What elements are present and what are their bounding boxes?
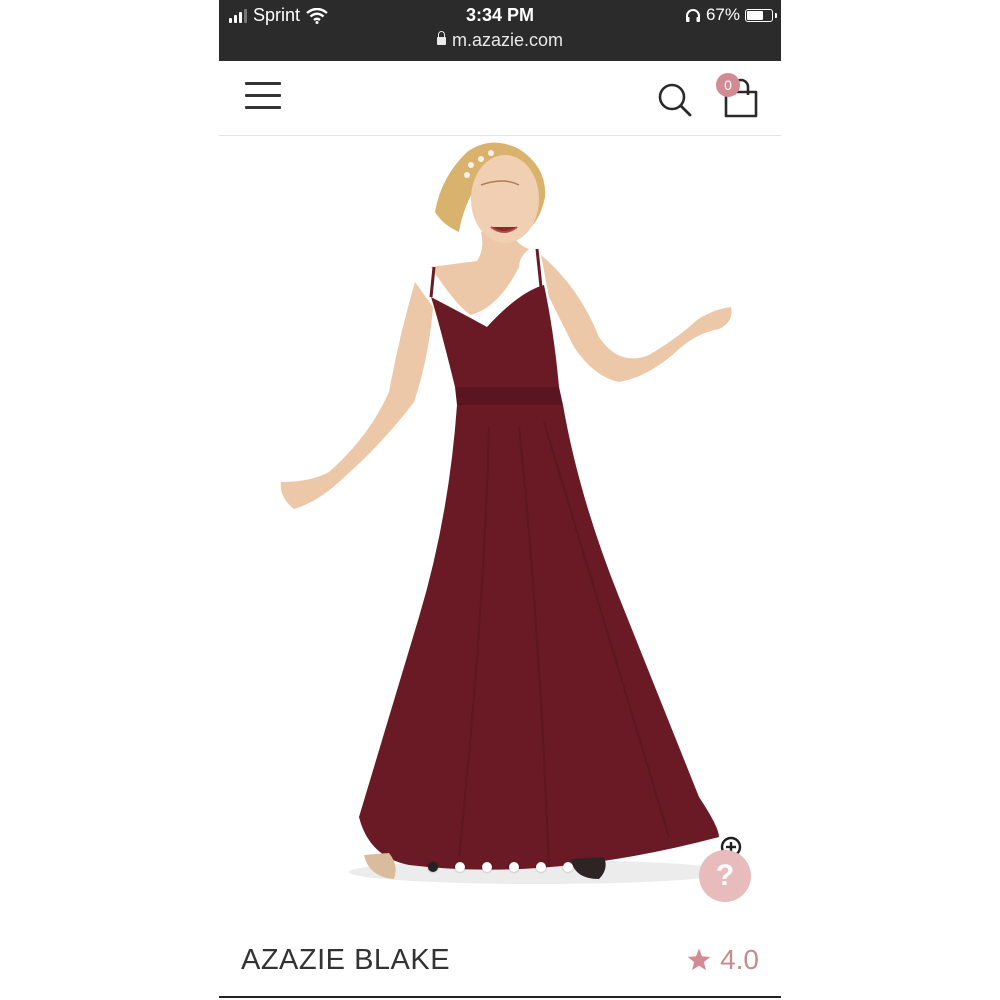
carousel-dot[interactable] (562, 862, 573, 872)
rating-value: 4.0 (720, 944, 759, 975)
star-icon (687, 948, 711, 971)
image-carousel-dots (219, 862, 781, 872)
help-button[interactable]: ? (699, 850, 751, 902)
product-image[interactable] (219, 137, 781, 897)
hamburger-menu-icon[interactable] (245, 82, 281, 112)
carousel-dot[interactable] (481, 862, 492, 872)
bottom-divider (219, 996, 781, 998)
battery-percent: 67% (705, 5, 740, 24)
carousel-dot[interactable] (454, 862, 465, 872)
product-name: AZAZIE BLAKE (241, 944, 451, 976)
dress-photo (280, 142, 732, 884)
url-bar[interactable]: m.azazie.com (219, 30, 781, 51)
product-title-row: AZAZIE BLAKE 4.0 (219, 930, 781, 994)
rating[interactable]: 4.0 (686, 944, 759, 976)
battery-group: 67% (685, 5, 777, 25)
url-text: m.azazie.com (451, 30, 564, 50)
site-header: 0 (219, 61, 781, 136)
lock-icon (436, 31, 446, 45)
battery-icon (745, 8, 777, 22)
cart-count-badge[interactable]: 0 (716, 73, 740, 97)
phone-screen: Sprint 3:34 PM 67% m.azazie.com 0 ? AZAZ… (219, 0, 781, 1000)
carousel-dot[interactable] (508, 862, 519, 872)
carousel-dot[interactable] (427, 862, 438, 872)
carousel-dot[interactable] (535, 862, 546, 872)
status-bar: Sprint 3:34 PM 67% m.azazie.com (219, 0, 781, 61)
search-icon[interactable] (657, 82, 693, 118)
headphones-icon (685, 8, 700, 22)
